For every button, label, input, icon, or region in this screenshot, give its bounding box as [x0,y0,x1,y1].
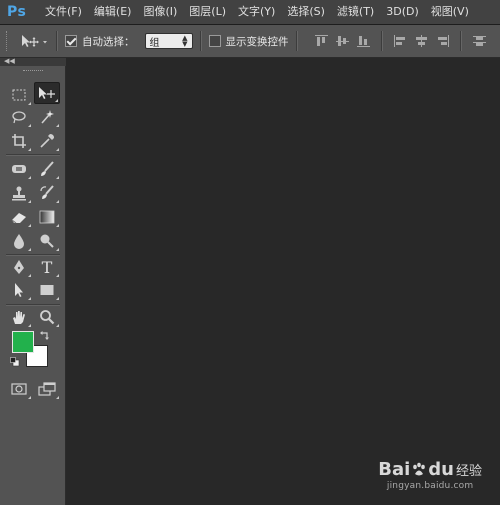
healing-brush-icon [12,165,26,173]
menu-type[interactable]: 文字(Y) [232,0,281,24]
divider [6,154,60,156]
divider [56,31,58,51]
gradient-tool[interactable] [34,206,60,228]
menu-3d[interactable]: 3D(D) [380,0,425,24]
menu-edit[interactable]: 编辑(E) [88,0,138,24]
photoshop-logo: Ps [7,4,27,20]
watermark-url: jingyan.baidu.com [386,481,474,491]
swap-colors-icon[interactable] [40,330,50,340]
dodge-icon [40,234,54,248]
hand-icon [13,311,25,324]
menu-select[interactable]: 选择(S) [281,0,331,24]
gradient-icon [39,210,55,224]
zoom-tool[interactable] [34,306,60,328]
move-icon [39,87,55,99]
align-left-icon[interactable] [393,35,407,47]
divider [199,31,202,51]
options-bar-grip[interactable] [6,31,11,51]
watermark-brand: Bai [378,459,411,480]
align-hcenter-icon[interactable] [415,35,428,47]
show-transform-controls-label: 显示变换控件 [225,35,289,48]
history-brush-icon [40,185,54,199]
eraser-icon [11,213,26,224]
history-brush-tool[interactable] [34,182,60,204]
tools-panel: T [0,66,66,505]
type-icon: T [41,257,53,277]
align-buttons [311,31,490,51]
spot-healing-tool[interactable] [6,158,32,180]
align-top-icon[interactable] [314,35,328,47]
lasso-icon [12,111,26,124]
divider [380,31,383,51]
type-tool[interactable]: T [34,256,60,278]
screen-mode-button[interactable] [34,378,60,400]
document-canvas-area[interactable]: Bai du 经验 jingyan.baidu.com [66,58,500,505]
auto-select-label: 自动选择： [82,35,135,48]
auto-select-checkbox[interactable] [65,35,77,47]
eraser-tool[interactable] [6,206,32,228]
default-colors-icon[interactable] [10,357,20,367]
baidu-jingyan-watermark: Bai du 经验 jingyan.baidu.com [378,459,482,491]
collapse-panel-icon[interactable]: ◀◀ [4,57,15,65]
stamp-icon [12,186,26,201]
align-vcenter-icon[interactable] [335,35,349,47]
pen-tool[interactable] [6,256,32,278]
clone-stamp-tool[interactable] [6,182,32,204]
watermark-product: 经验 [455,464,482,479]
tool-preset-picker[interactable] [19,31,49,51]
auto-select-target-dropdown[interactable]: 组 ▲ ▼ [144,33,193,49]
auto-select-target-value: 组 [149,37,160,49]
menu-filter[interactable]: 滤镜(T) [331,0,380,24]
align-bottom-icon[interactable] [356,35,370,47]
menu-bar: Ps 文件(F) 编辑(E) 图像(I) 图层(L) 文字(Y) 选择(S) 滤… [0,0,500,25]
magic-wand-icon [41,110,54,124]
dropdown-arrows-icon: ▲ ▼ [182,34,188,48]
brush-tool[interactable] [34,158,60,180]
screen-mode-icon [38,382,56,396]
zoom-icon [40,310,55,325]
pen-icon [14,260,24,274]
options-bar: 自动选择： 组 ▲ ▼ 显示变换控件 [0,25,500,58]
rectangular-marquee-tool[interactable] [6,84,32,106]
crop-icon [12,134,26,148]
show-transform-controls-checkbox[interactable] [208,35,221,47]
menu-image[interactable]: 图像(I) [137,0,183,24]
blur-drop-icon [14,234,24,249]
path-selection-tool[interactable] [6,279,32,301]
crop-tool[interactable] [6,130,32,152]
blur-tool[interactable] [6,230,32,252]
brush-icon [41,161,54,176]
quick-mask-button[interactable] [6,378,32,400]
foreground-color-swatch[interactable] [12,331,34,353]
hand-tool[interactable] [6,306,32,328]
move-tool[interactable] [34,82,60,104]
eyedropper-tool[interactable] [34,130,60,152]
divider [295,31,298,51]
menu-layer[interactable]: 图层(L) [183,0,232,24]
align-right-icon[interactable] [436,35,449,47]
divider [459,31,462,51]
panel-grip[interactable] [23,70,43,73]
rectangle-tool[interactable] [34,279,60,301]
tools-panel-header: ◀◀ [0,57,66,66]
marquee-icon [12,89,26,101]
path-selection-icon [15,283,23,297]
eyedropper-icon [40,134,54,148]
dodge-tool[interactable] [34,230,60,252]
lasso-tool[interactable] [6,106,32,128]
menu-view[interactable]: 视图(V) [425,0,475,24]
rectangle-icon [40,285,54,295]
quick-mask-icon [11,383,27,395]
watermark-brand-suffix: du [428,459,454,480]
menu-file[interactable]: 文件(F) [39,0,88,24]
magic-wand-tool[interactable] [34,106,60,128]
baidu-paw-icon [413,462,426,475]
move-icon [22,35,47,47]
distribute-top-icon[interactable] [472,35,486,47]
